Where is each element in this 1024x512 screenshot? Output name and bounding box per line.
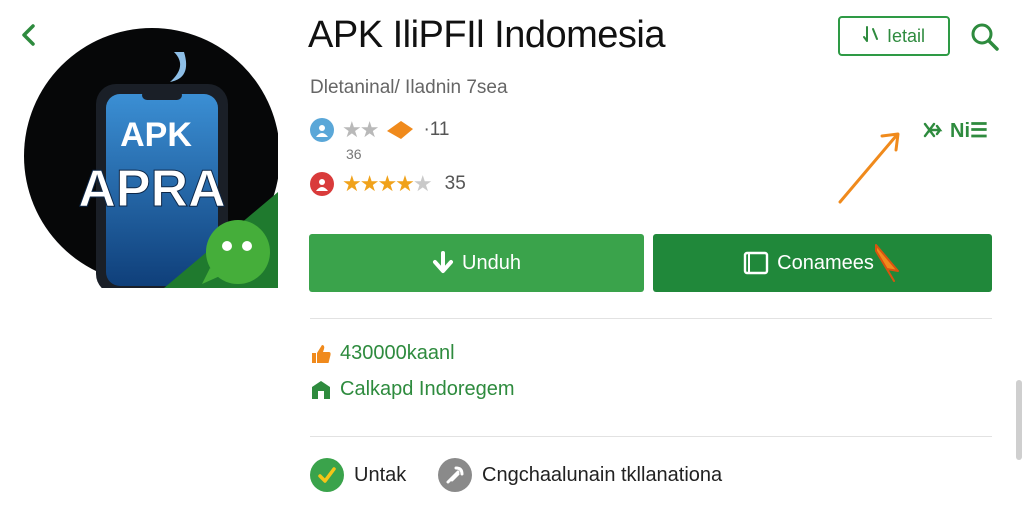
app-title: APK IliPFIl Indomesia (308, 14, 665, 56)
share-button[interactable]: Ni☰ (922, 118, 988, 143)
category-info[interactable]: Calkapd Indoregem (310, 378, 515, 401)
share-label: Ni☰ (950, 120, 988, 142)
svg-text:APRA: APRA (78, 160, 225, 218)
star-rating: ★★★★★ (342, 171, 433, 196)
download-label: Unduh (462, 251, 521, 274)
rating-row-2: ★★★★★ 35 (310, 172, 466, 196)
open-window-icon (743, 251, 769, 275)
rating-row-1: ★★ ·11 (310, 118, 450, 142)
detail-label: Ietail (886, 25, 926, 46)
divider (310, 436, 992, 437)
app-subtitle: Dletaninal/ Iladnin 7sea (310, 77, 508, 98)
app-icon: APK APRA (24, 22, 280, 294)
bottom-item-label: Cngchaalunain tkllanationa (482, 463, 723, 486)
rating-count-2: 35 (444, 173, 466, 194)
scrollbar[interactable] (1016, 380, 1022, 460)
bottom-item-label: Untak (354, 463, 407, 486)
detail-button[interactable]: Ietail (838, 16, 950, 56)
annotation-arrow-icon (838, 132, 900, 204)
search-icon (971, 23, 999, 51)
downloads-count: 430000kaanl (340, 342, 455, 364)
rating-count-1: ·11 (423, 119, 450, 140)
bottom-item-2[interactable]: Cngchaalunain tkllanationa (438, 458, 722, 492)
star-rating: ★★ (342, 117, 379, 142)
user-badge-icon (310, 118, 334, 142)
thumbs-up-icon (312, 344, 331, 363)
rating-subcount: 36 (346, 146, 362, 162)
orange-arrow-icon (387, 121, 414, 139)
share-icon (923, 122, 943, 137)
user-badge-icon (310, 172, 334, 196)
downloads-info: 430000kaanl (310, 342, 455, 365)
download-icon (433, 251, 454, 273)
bottom-item-1[interactable]: Untak (310, 458, 406, 492)
open-button[interactable]: Conamees (653, 234, 992, 292)
search-button[interactable] (968, 20, 1002, 54)
open-label: Conamees (777, 251, 874, 274)
cursor-icon (874, 244, 899, 282)
download-button[interactable]: Unduh (309, 234, 644, 292)
check-icon (310, 458, 344, 492)
divider (310, 318, 992, 319)
store-icon (312, 380, 330, 399)
category-label: Calkapd Indoregem (340, 378, 515, 400)
svg-text:APK: APK (120, 116, 192, 154)
tools-icon (438, 458, 472, 492)
detail-icon (862, 25, 881, 48)
